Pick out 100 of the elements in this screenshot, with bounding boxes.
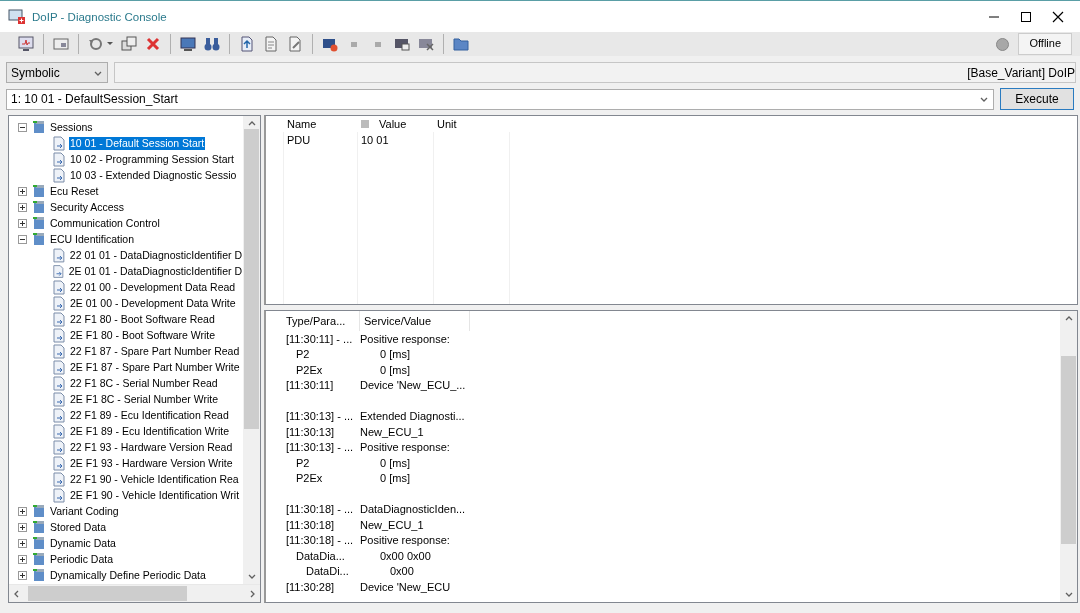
tree-item[interactable]: 22 01 01 - DataDiagnosticIdentifier D: [68, 248, 243, 262]
document-icon[interactable]: [286, 35, 304, 53]
tree-item[interactable]: 22 F1 89 - Ecu Identification Read: [69, 408, 230, 422]
collapse-icon[interactable]: [18, 234, 27, 244]
column-header[interactable]: Unit: [437, 118, 457, 131]
column-header[interactable]: Service/Value: [364, 315, 432, 327]
tree-item[interactable]: 2E 01 00 - Development Data Write: [69, 296, 237, 310]
tree-item[interactable]: Sessions: [49, 120, 94, 134]
delete-icon[interactable]: [144, 35, 162, 53]
log-type: [11:30:11] - ...: [286, 332, 353, 345]
folder-tree-icon: [33, 536, 46, 550]
log-type: [11:30:13] - ...: [286, 410, 354, 423]
window-icon[interactable]: [52, 35, 70, 53]
tree-item[interactable]: 22 F1 90 - Vehicle Identification Rea: [69, 472, 240, 486]
tree-item[interactable]: 22 F1 87 - Spare Part Number Read: [69, 344, 241, 358]
status-label: Offline: [1018, 33, 1072, 55]
tree-item[interactable]: 2E F1 87 - Spare Part Number Write: [69, 360, 241, 374]
tree-item[interactable]: Variant Coding: [49, 504, 120, 518]
tree-item[interactable]: 2E F1 93 - Hardware Version Write: [69, 456, 234, 470]
tree-item[interactable]: 2E F1 89 - Ecu Identification Write: [69, 424, 231, 438]
service-dropdown[interactable]: 1: 10 01 - DefaultSession_Start: [6, 88, 994, 110]
document-icon[interactable]: [238, 35, 256, 53]
column-header[interactable]: Value: [379, 118, 407, 131]
log-value: 0x00: [390, 565, 414, 578]
tree-item[interactable]: 2E 01 01 - DataDiagnosticIdentifier D: [67, 264, 243, 278]
execute-button[interactable]: Execute: [1000, 88, 1074, 110]
tree-item[interactable]: 2E F1 80 - Boot Software Write: [69, 328, 217, 342]
expand-icon[interactable]: [18, 218, 27, 228]
document-icon: [52, 327, 66, 343]
tree-item[interactable]: Dynamically Define Periodic Data: [49, 568, 207, 582]
log-type: P2Ex: [296, 363, 323, 376]
document-icon: [52, 151, 66, 167]
tree-item[interactable]: Stored Data: [49, 520, 108, 534]
expand-icon[interactable]: [18, 554, 27, 564]
tree-item[interactable]: 10 01 - Default Session Start: [69, 136, 206, 150]
expand-icon[interactable]: [18, 506, 27, 516]
scrollbar[interactable]: [1060, 311, 1077, 602]
maximize-icon[interactable]: [1020, 10, 1032, 23]
folder-tree-icon: [33, 200, 46, 214]
windows-icon[interactable]: [120, 35, 138, 53]
tree-item[interactable]: Security Access: [49, 200, 126, 214]
log-value: 0 [ms]: [380, 363, 410, 376]
log-value: Positive response:: [360, 332, 450, 345]
app-icon: [8, 8, 26, 25]
undo-icon[interactable]: [87, 35, 105, 53]
document-icon: [52, 279, 66, 295]
expand-icon[interactable]: [18, 538, 27, 548]
expand-icon[interactable]: [18, 186, 27, 196]
log-type: [11:30:13]: [286, 425, 335, 438]
document-icon: [52, 359, 66, 375]
tree-item[interactable]: 10 02 - Programming Session Start: [69, 152, 235, 166]
expand-icon[interactable]: [18, 570, 27, 580]
tree-item[interactable]: 22 01 00 - Development Data Read: [69, 280, 237, 294]
log-value: Device 'New_ECU_...: [360, 379, 466, 392]
tree-item[interactable]: Periodic Data: [49, 552, 115, 566]
tree-item[interactable]: Ecu Reset: [49, 184, 100, 198]
log-type: [11:30:18] - ...: [286, 534, 354, 547]
tree-item[interactable]: 22 F1 8C - Serial Number Read: [69, 376, 219, 390]
collapse-icon[interactable]: [18, 122, 27, 132]
column-header[interactable]: Type/Para...: [286, 315, 346, 327]
monitor-icon[interactable]: [179, 35, 197, 53]
expand-icon[interactable]: [18, 202, 27, 212]
tree-item[interactable]: Dynamic Data: [49, 536, 117, 550]
folder-tree-icon: [33, 184, 46, 198]
tree-item[interactable]: 22 F1 93 - Hardware Version Read: [69, 440, 234, 454]
folder-icon[interactable]: [452, 35, 470, 53]
close-icon[interactable]: [1052, 10, 1064, 23]
tree-item[interactable]: 2E F1 8C - Serial Number Write: [69, 392, 219, 406]
tree-item[interactable]: Communication Control: [49, 216, 161, 230]
document-icon: [52, 311, 66, 327]
monitor-icon[interactable]: [17, 35, 35, 53]
document-icon: [52, 295, 66, 311]
column-header[interactable]: Name: [287, 118, 317, 131]
log-type: P2Ex: [296, 472, 323, 485]
log-type: P2: [296, 456, 310, 469]
document-icon: [52, 263, 65, 279]
log-value: 0 [ms]: [380, 348, 410, 361]
log-value: Positive response:: [360, 441, 450, 454]
log-value: Positive response:: [360, 534, 450, 547]
document-icon: [52, 423, 66, 439]
window-title: DoIP - Diagnostic Console: [32, 10, 168, 23]
log-type: P2: [296, 348, 310, 361]
scrollbar[interactable]: [9, 584, 260, 602]
tree-item[interactable]: 10 03 - Extended Diagnostic Sessio: [69, 168, 238, 182]
binoculars-icon[interactable]: [203, 35, 221, 53]
view-mode-dropdown[interactable]: Symbolic: [6, 62, 108, 83]
log-value: New_ECU_1: [360, 518, 424, 531]
tree-item[interactable]: ECU Identification: [49, 232, 136, 246]
log-value: 0 [ms]: [380, 456, 410, 469]
scrollbar[interactable]: [243, 116, 260, 584]
document-icon: [52, 391, 66, 407]
tree-item[interactable]: 2E F1 90 - Vehicle Identification Writ: [69, 488, 241, 502]
document-icon: [52, 247, 66, 263]
table-cell: 10 01: [361, 134, 389, 147]
folder-tree-icon: [33, 520, 46, 534]
log-type: [11:30:28]: [286, 580, 335, 593]
folder-tree-icon: [33, 552, 46, 566]
tree-item[interactable]: 22 F1 80 - Boot Software Read: [69, 312, 216, 326]
document-icon: [52, 455, 66, 471]
expand-icon[interactable]: [18, 522, 27, 532]
